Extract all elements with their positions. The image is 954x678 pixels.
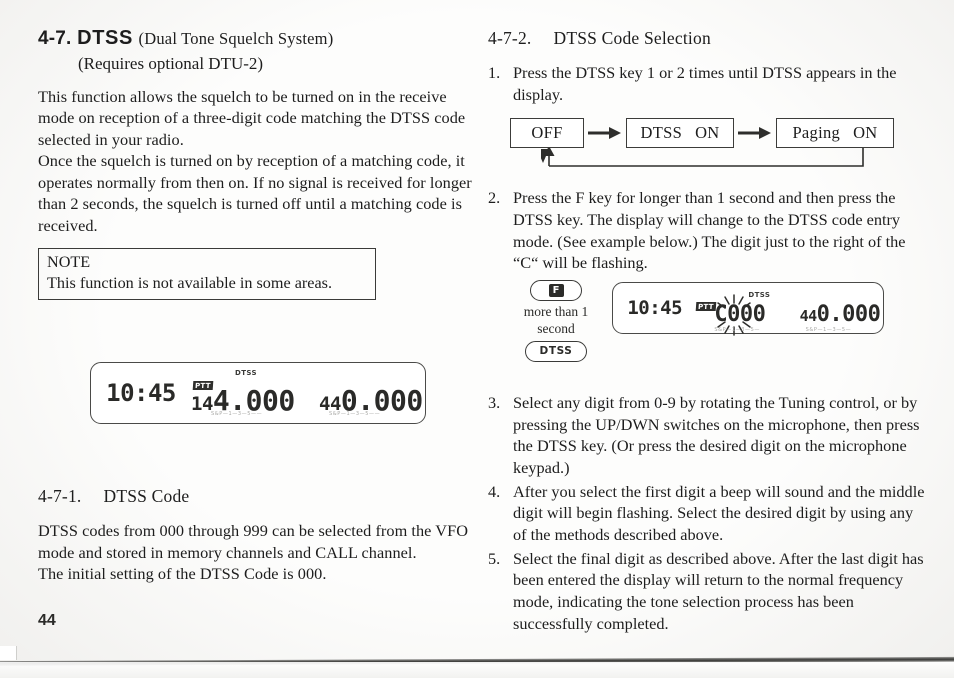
step-text: Press the F key for longer than 1 second…	[513, 188, 906, 273]
lcd2-code-prefix: C	[714, 302, 728, 328]
flashing-digit-wrap: 0	[716, 293, 751, 336]
step-marker: 3.	[488, 393, 501, 413]
lcd-clock: 10:45	[106, 379, 176, 408]
flow-state-dtss-label: DTSS	[640, 123, 683, 143]
lcd2-band-b-smeter: S&P—1—3—5—	[805, 327, 852, 334]
subsection-title-472: DTSS Code Selection	[553, 28, 711, 48]
step-item: 1. Press the DTSS key 1 or 2 times until…	[488, 62, 928, 105]
f-key-button[interactable]: F	[530, 280, 582, 302]
page-corner-nick	[0, 646, 17, 660]
right-column: 4-7-2. DTSS Code Selection 1. Press the D…	[488, 28, 928, 636]
subsection-471-paragraph-2: The initial setting of the DTSS Code is …	[38, 564, 327, 584]
section-number: 4-7.	[38, 28, 72, 49]
lcd2-dtss-indicator: DTSS	[748, 291, 771, 300]
lcd2-smeter: S&P—1—3—5—	[714, 327, 761, 334]
subsection-heading-472: 4-7-2. DTSS Code Selection	[488, 28, 928, 49]
subsection-number-472: 4-7-2.	[488, 28, 532, 48]
subsection-title-471: DTSS Code	[103, 486, 190, 507]
page-number: 44	[38, 612, 56, 629]
page-title: 4-7. DTSS (Dual Tone Squelch System)	[38, 26, 478, 52]
flow-state-dtss-on: DTSS ON	[626, 118, 734, 149]
subsection-heading-471: 4-7-1. DTSS Code	[38, 486, 478, 507]
key-sequence: F more than 1 second DTSS	[500, 280, 612, 362]
flow-state-off: OFF	[510, 118, 584, 149]
lcd2-code-flashing-digit: 0	[727, 302, 740, 328]
f-key-icon: F	[548, 284, 564, 298]
flow-state-dtss-value: ON	[695, 123, 720, 143]
lcd-band-a-smeter: S&P—1—3—5——	[211, 410, 263, 417]
manual-page: 4-7. DTSS (Dual Tone Squelch System) (Re…	[0, 0, 954, 678]
lcd2-band-b-prefix: 44	[799, 307, 817, 326]
step-text: Select any digit from 0-9 by rotating th…	[513, 393, 920, 478]
note-title: NOTE	[47, 253, 91, 272]
lcd-band-b-smeter: S&P—1—3—5——	[329, 410, 381, 417]
section-requires-note: (Requires optional DTU-2)	[78, 53, 264, 73]
subsection-number-471: 4-7-1.	[38, 486, 82, 507]
flow-state-paging-label: Paging	[792, 123, 841, 143]
left-column: 4-7. DTSS (Dual Tone Squelch System) (Re…	[38, 26, 478, 585]
step-marker: 4.	[488, 481, 501, 501]
step-text: Press the DTSS key 1 or 2 times until DT…	[513, 63, 897, 104]
step-marker: 2.	[488, 188, 501, 208]
lcd2-clock: 10:45	[627, 297, 683, 320]
section-expansion: (Dual Tone Squelch System)	[138, 29, 334, 48]
flow-arrow-2-icon	[734, 127, 776, 140]
lcd2-ptt-badge: PTT	[696, 302, 717, 312]
key-caption: more than 1 second	[500, 304, 612, 337]
lcd2-band-b-main: 0.000	[816, 302, 881, 328]
page-edge-highlight	[0, 662, 954, 678]
section-acronym: DTSS	[77, 27, 133, 49]
lcd-dtss-indicator: DTSS	[235, 368, 257, 377]
flow-state-paging-on: Paging ON	[776, 118, 894, 149]
flow-arrow-1-icon	[584, 127, 626, 140]
steps-list-3: 3. Select any digit from 0-9 by rotating…	[488, 392, 928, 634]
step-item: 4. After you select the first digit a be…	[488, 481, 928, 546]
step-text: After you select the first digit a beep …	[513, 481, 925, 545]
dtss-key-icon: DTSS	[539, 345, 573, 358]
intro-paragraph-2: Once the squelch is turned on by recepti…	[38, 151, 472, 235]
lcd2-code-rest: 00	[739, 302, 766, 328]
steps-list-2: 2. Press the F key for longer than 1 sec…	[488, 187, 928, 274]
lcd-display-code-entry-wrap: 10:45 DTSS PTT C 000 S&P—1—3—5— 440.000 …	[612, 282, 884, 336]
step-marker: 5.	[488, 548, 501, 568]
state-flow-diagram: OFF DTSS ON Paging ON	[510, 116, 910, 174]
key-caption-line-2: second	[537, 320, 575, 336]
steps-list: 1. Press the DTSS key 1 or 2 times until…	[488, 62, 928, 105]
note-text: This function is not available in some a…	[47, 274, 333, 293]
note-box: NOTE This function is not available in s…	[38, 248, 376, 301]
lcd-ptt-badge: PTT	[192, 380, 214, 390]
flow-state-paging-value: ON	[853, 123, 878, 143]
flow-state-off-label: OFF	[531, 123, 563, 143]
lcd-display-normal-mode: 10:45 DTSS PTT 144.000 S&P—1—3—5—— 440.0…	[90, 362, 426, 425]
intro-paragraph-1: This function allows the squelch to be t…	[38, 86, 466, 149]
key-entry-illustration: F more than 1 second DTSS 10:45 DTSS PTT…	[488, 276, 928, 386]
step-item: 5. Select the final digit as described a…	[488, 548, 928, 635]
step-text: Select the final digit as described abov…	[513, 548, 924, 633]
step-marker: 1.	[488, 63, 501, 82]
lcd-display-code-entry: 10:45 DTSS PTT C 000 S&P—1—3—5— 440.000 …	[612, 282, 884, 336]
subsection-471-paragraph-1: DTSS codes from 000 through 999 can be s…	[38, 521, 469, 562]
step-item: 3. Select any digit from 0-9 by rotating…	[488, 392, 928, 479]
step-item: 2. Press the F key for longer than 1 sec…	[488, 187, 928, 274]
dtss-key-button[interactable]: DTSS	[525, 340, 587, 362]
key-caption-line-1: more than 1	[523, 304, 589, 320]
flow-feedback-loop-icon	[537, 146, 871, 172]
